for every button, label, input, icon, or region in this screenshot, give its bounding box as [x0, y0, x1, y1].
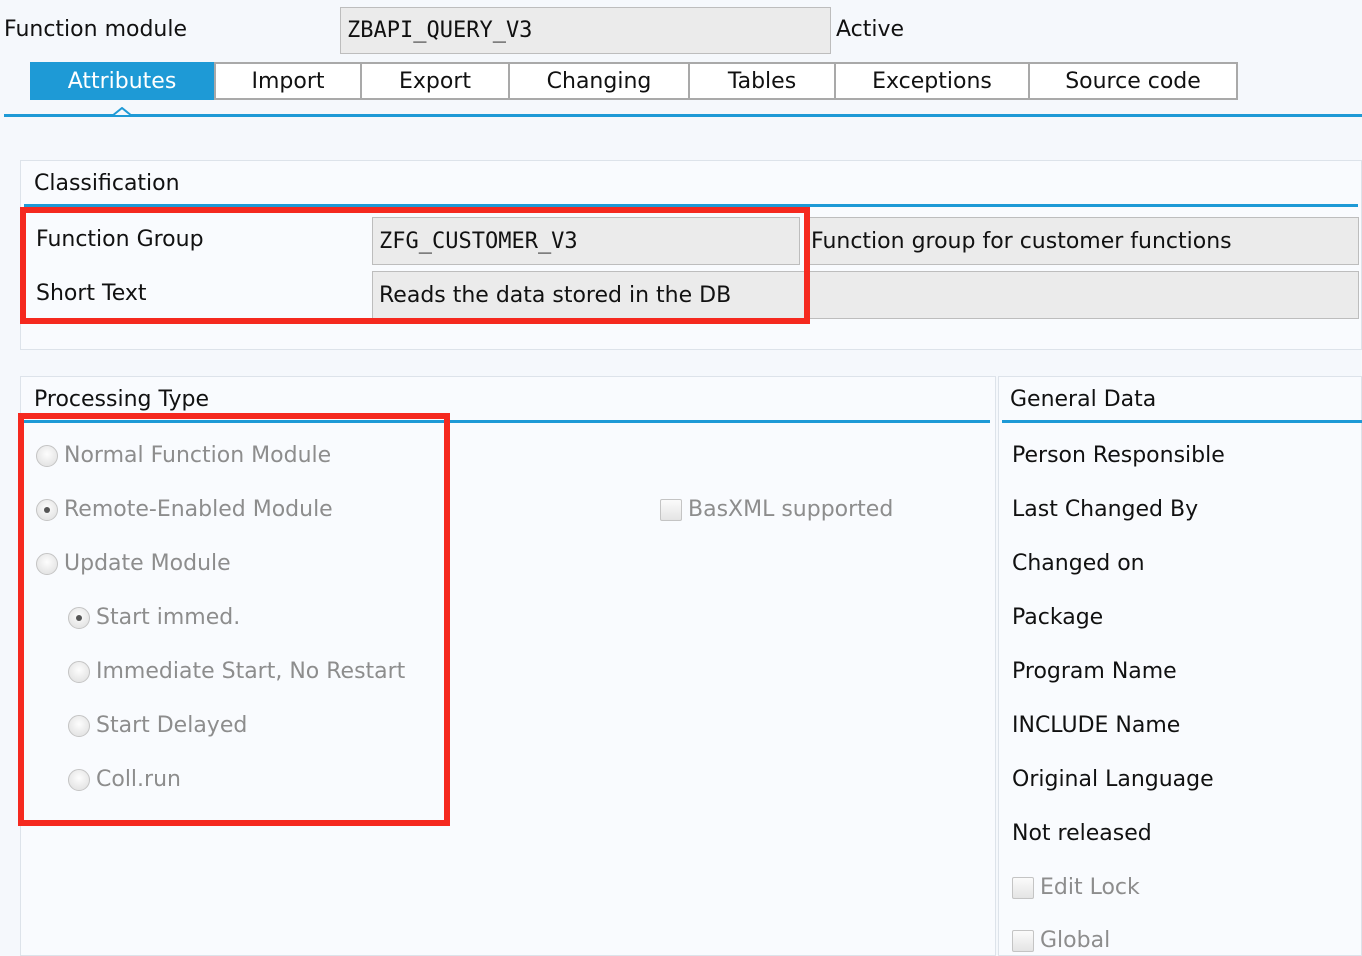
short-text-description: [806, 271, 1359, 319]
changed-on-label: Changed on: [1012, 551, 1145, 576]
package-label: Package: [1012, 605, 1104, 630]
global-label: Global: [1040, 928, 1111, 953]
processing-type-title: Processing Type: [34, 387, 210, 412]
tab-tables[interactable]: Tables: [688, 62, 836, 100]
general-data-rule: [1002, 420, 1362, 423]
tab-attributes[interactable]: Attributes: [30, 62, 214, 100]
global-checkbox[interactable]: [1012, 930, 1034, 952]
not-released-label: Not released: [1012, 821, 1152, 846]
basxml-label: BasXML supported: [688, 497, 894, 522]
tab-export[interactable]: Export: [360, 62, 510, 100]
highlight-box-classification: [20, 207, 810, 324]
general-data-title: General Data: [1010, 387, 1157, 412]
status-label: Active: [836, 17, 905, 42]
person-responsible-label: Person Responsible: [1012, 443, 1225, 468]
function-module-field[interactable]: ZBAPI_QUERY_V3: [340, 7, 831, 54]
edit-lock-label: Edit Lock: [1040, 875, 1140, 900]
function-group-description: Function group for customer functions: [806, 217, 1359, 265]
tab-underline: [4, 114, 1362, 117]
highlight-box-processing-type: [18, 413, 450, 826]
tab-changing[interactable]: Changing: [508, 62, 690, 100]
original-language-label: Original Language: [1012, 767, 1214, 792]
edit-lock-checkbox[interactable]: [1012, 877, 1034, 899]
tab-exceptions[interactable]: Exceptions: [834, 62, 1030, 100]
include-name-label: INCLUDE Name: [1012, 713, 1181, 738]
tab-import[interactable]: Import: [214, 62, 362, 100]
last-changed-by-label: Last Changed By: [1012, 497, 1199, 522]
classification-title: Classification: [34, 171, 180, 196]
program-name-label: Program Name: [1012, 659, 1177, 684]
function-module-label: Function module: [4, 17, 188, 42]
active-tab-caret-icon: [112, 107, 132, 117]
tab-source-code[interactable]: Source code: [1028, 62, 1238, 100]
basxml-checkbox[interactable]: [660, 499, 682, 521]
